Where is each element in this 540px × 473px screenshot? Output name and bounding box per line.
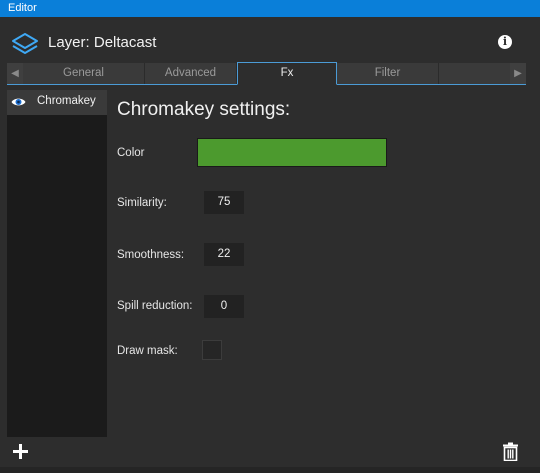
tab-general[interactable]: General: [23, 63, 145, 84]
window-title: Editor: [8, 2, 37, 14]
tab-general-label: General: [63, 67, 104, 79]
plus-icon[interactable]: [12, 443, 29, 460]
info-icon[interactable]: i: [498, 35, 512, 49]
tab-advanced-label: Advanced: [164, 67, 217, 79]
effects-list: Chromakey: [7, 90, 107, 437]
tab-fx[interactable]: Fx: [237, 62, 337, 85]
layers-icon: [12, 33, 38, 54]
tab-scroll-left-glyph: ◀: [11, 68, 19, 79]
tab-scroll-right-icon[interactable]: ▶: [510, 63, 526, 84]
trash-icon[interactable]: [502, 442, 519, 461]
draw-mask-label: Draw mask:: [117, 345, 178, 357]
color-label: Color: [117, 147, 145, 159]
smoothness-label: Smoothness:: [117, 249, 185, 261]
effects-list-item-label: Chromakey: [37, 95, 96, 107]
info-icon-glyph: i: [502, 35, 508, 48]
spill-reduction-label: Spill reduction:: [117, 300, 193, 312]
tab-advanced[interactable]: Advanced: [145, 63, 237, 84]
tab-bar: ◀ General Advanced Fx Filter ▶: [7, 62, 526, 85]
settings-title: Chromakey settings:: [117, 99, 291, 120]
similarity-input[interactable]: 75: [204, 191, 244, 214]
smoothness-input[interactable]: 22: [204, 243, 244, 266]
window-titlebar: Editor: [0, 0, 540, 17]
color-picker-swatch[interactable]: [197, 138, 387, 167]
tab-scroll-right-glyph: ▶: [514, 68, 522, 79]
eye-icon[interactable]: [11, 97, 26, 107]
tab-filter-label: Filter: [374, 67, 401, 79]
layer-header: Layer: Deltacast i: [0, 17, 540, 63]
spill-reduction-input[interactable]: 0: [204, 295, 244, 318]
layer-title: Layer: Deltacast: [48, 34, 157, 51]
tab-filter[interactable]: Filter: [337, 63, 439, 84]
similarity-label: Similarity:: [117, 197, 167, 209]
tab-scroll-left-icon[interactable]: ◀: [7, 63, 23, 84]
bottom-border: [0, 467, 540, 473]
tab-fx-label: Fx: [280, 67, 294, 79]
chromakey-settings-panel: Chromakey settings: Color Similarity: 75…: [117, 90, 527, 437]
effects-list-item-chromakey[interactable]: Chromakey: [7, 90, 107, 115]
draw-mask-checkbox[interactable]: [202, 340, 222, 360]
